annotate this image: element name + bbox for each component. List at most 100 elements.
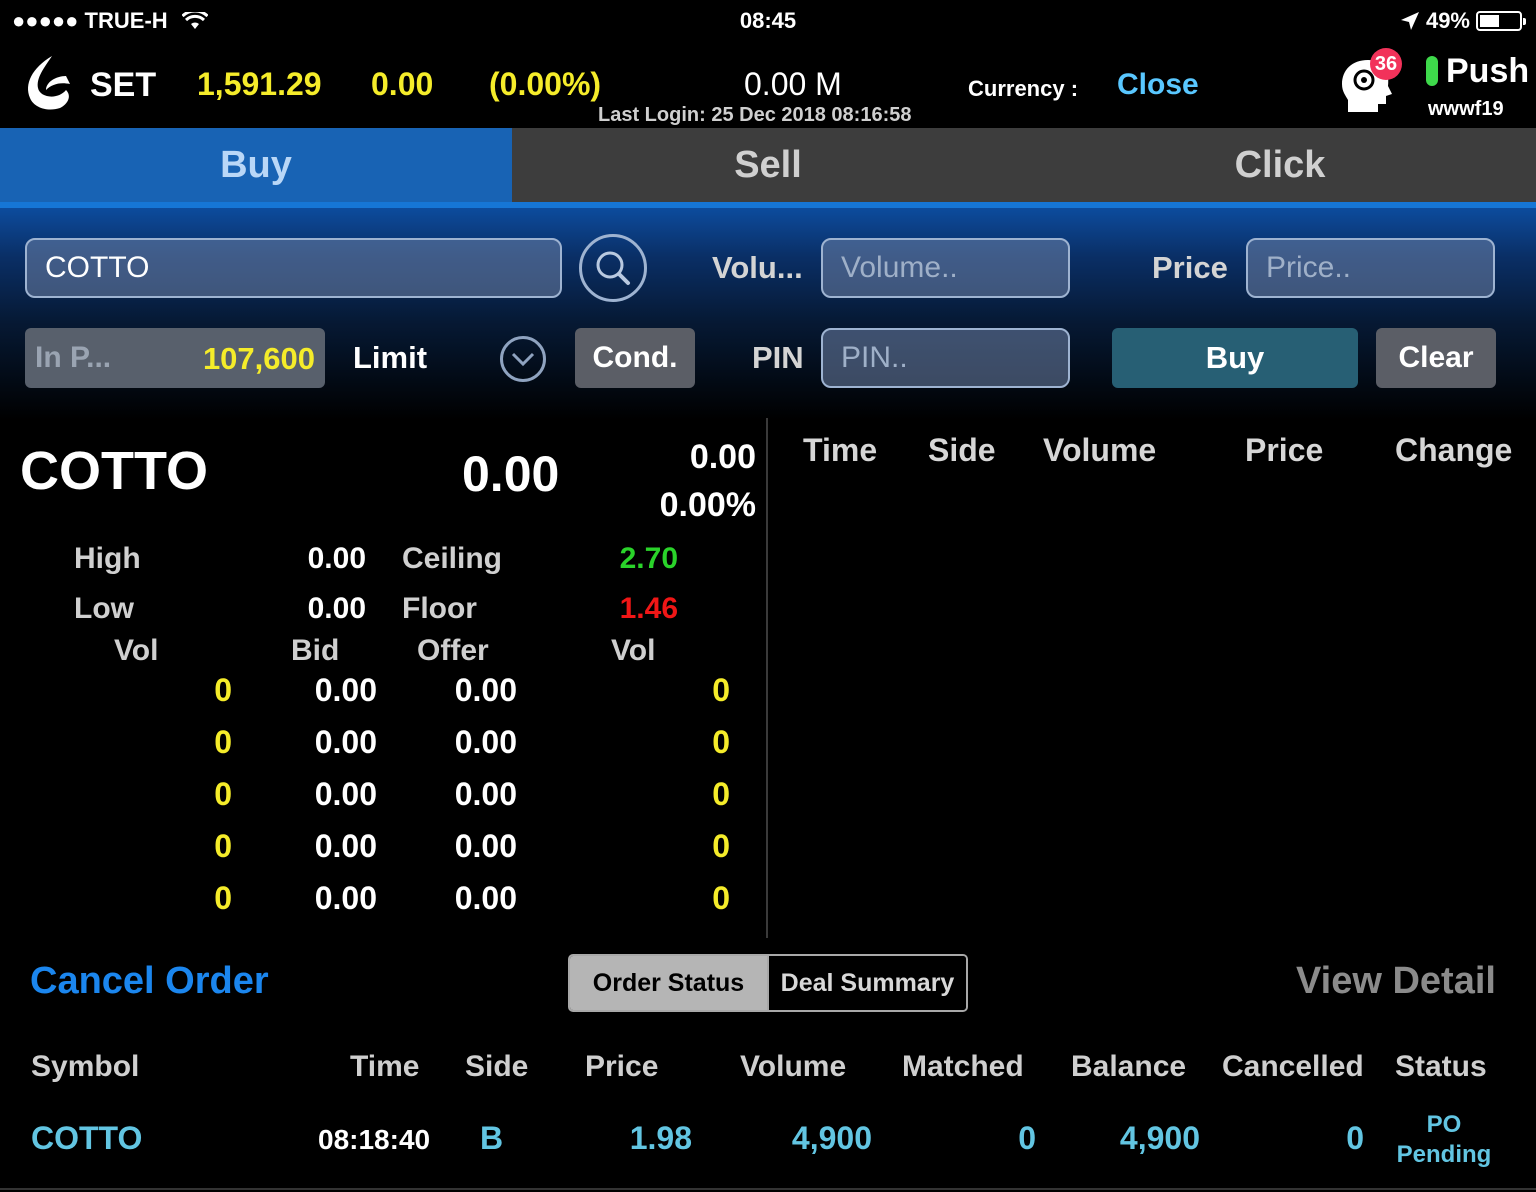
battery-percent: 49% [1425, 8, 1470, 33]
bid-volume: 0 [214, 776, 232, 812]
market-name: SET [90, 66, 157, 104]
offer-price: 0.00 [454, 776, 517, 812]
order-symbol[interactable]: COTTO [31, 1120, 142, 1157]
offer-volume: 0 [712, 724, 730, 760]
offer-price: 0.00 [454, 672, 517, 708]
market-header: SET 1,591.29 0.00 (0.00%) 0.00 M Last Lo… [0, 40, 1536, 128]
price-input[interactable]: Price.. [1246, 238, 1495, 298]
col-cancelled: Cancelled [1222, 1050, 1364, 1083]
inport-label: In P... [35, 341, 112, 374]
volume-label: Volu... [712, 250, 803, 285]
order-type-dropdown[interactable] [500, 336, 546, 382]
bid-header: Bid [291, 634, 340, 667]
index-change: 0.00 [371, 66, 434, 102]
tab-sell[interactable]: Sell [512, 128, 1024, 202]
low-label: Low [74, 592, 134, 625]
order-entry-panel: COTTO Volu... Volume.. Price Price.. In … [0, 202, 1536, 420]
view-detail-button[interactable]: View Detail [1296, 960, 1496, 1003]
volume-input[interactable]: Volume.. [821, 238, 1070, 298]
push-label[interactable]: Push [1446, 52, 1529, 91]
battery-area: 49% [1400, 8, 1526, 34]
username: wwwf19 [1428, 98, 1504, 120]
bid-vol-header: Vol [114, 634, 159, 667]
quote-symbol: COTTO [20, 441, 208, 501]
offer-price: 0.00 [454, 880, 517, 916]
offer-header: Offer [417, 634, 489, 667]
bid-price: 0.00 [314, 776, 377, 812]
offer-vol-header: Vol [611, 634, 656, 667]
offer-volume: 0 [712, 828, 730, 864]
location-arrow-icon [1400, 12, 1419, 30]
offer-price: 0.00 [454, 828, 517, 864]
pin-label: PIN [752, 340, 804, 375]
battery-fill [1480, 15, 1499, 27]
floor-value: 1.46 [619, 592, 678, 625]
bid-price: 0.00 [314, 880, 377, 916]
bid-price: 0.00 [314, 724, 377, 760]
segment-order-status[interactable]: Order Status [570, 956, 767, 1010]
col-balance: Balance [1071, 1050, 1187, 1083]
status-bar: ●●●●● TRUE-H 08:45 49% [0, 0, 1536, 40]
app-logo-icon [28, 56, 70, 110]
order-volume: 4,900 [791, 1120, 872, 1156]
push-status-indicator [1426, 56, 1438, 86]
order-type-value[interactable]: Limit [353, 340, 427, 376]
order-side: B [480, 1120, 504, 1156]
bid-price: 0.00 [314, 672, 377, 708]
bid-volume: 0 [214, 880, 232, 916]
segment-deal-summary[interactable]: Deal Summary [767, 956, 966, 1010]
order-status-line2: Pending [1396, 1141, 1492, 1168]
ticker-time-header: Time [803, 432, 878, 468]
cond-button[interactable]: Cond. [575, 328, 695, 388]
ticker-change-header: Change [1395, 432, 1513, 468]
price-label: Price [1152, 250, 1228, 285]
symbol-input[interactable]: COTTO [25, 238, 562, 298]
high-label: High [74, 542, 141, 575]
low-value: 0.00 [307, 592, 366, 625]
notification-badge[interactable]: 36 [1370, 48, 1402, 80]
inport-box: In P... 107,600 [25, 328, 325, 388]
clock: 08:45 [739, 8, 797, 33]
col-time: Time [350, 1050, 420, 1083]
price-change: 0.00 [689, 438, 756, 476]
inport-value: 107,600 [202, 341, 315, 376]
tab-click[interactable]: Click [1024, 128, 1536, 202]
offer-price: 0.00 [454, 724, 517, 760]
order-status: PO Pending [1390, 1110, 1498, 1170]
last-login: Last Login: 25 Dec 2018 08:16:58 [598, 104, 912, 126]
clear-button[interactable]: Clear [1376, 328, 1496, 388]
order-segment-control: Order Status Deal Summary [568, 954, 968, 1012]
cancel-order-button[interactable]: Cancel Order [30, 960, 269, 1003]
order-matched: 0 [1018, 1120, 1036, 1156]
ceiling-value: 2.70 [619, 542, 678, 575]
price-change-pct: 0.00% [659, 486, 756, 524]
ticker-volume-header: Volume [1043, 432, 1157, 468]
ticker-side-header: Side [928, 432, 996, 468]
order-balance: 4,900 [1119, 1120, 1200, 1156]
search-icon [596, 251, 630, 285]
offer-volume: 0 [712, 880, 730, 916]
col-volume: Volume [740, 1050, 847, 1083]
col-price: Price [585, 1050, 659, 1083]
bid-volume: 0 [214, 672, 232, 708]
index-change-pct: (0.00%) [489, 66, 602, 102]
buy-button[interactable]: Buy [1112, 328, 1358, 388]
tab-buy[interactable]: Buy [0, 128, 512, 202]
search-button[interactable] [579, 234, 647, 302]
panel-divider [766, 418, 768, 938]
index-value: 1,591.29 [197, 66, 322, 102]
battery-icon [1476, 11, 1526, 31]
col-status: Status [1395, 1050, 1487, 1083]
bid-price: 0.00 [314, 828, 377, 864]
currency-value[interactable]: Close [1117, 68, 1199, 102]
trade-tabs: Buy Sell Click [0, 128, 1536, 202]
offer-volume: 0 [712, 776, 730, 812]
bid-volume: 0 [214, 724, 232, 760]
floor-label: Floor [402, 592, 477, 625]
col-side: Side [465, 1050, 529, 1083]
bid-volume: 0 [214, 828, 232, 864]
order-price: 1.98 [629, 1120, 692, 1156]
currency-label: Currency : [968, 76, 1079, 101]
order-time: 08:18:40 [318, 1124, 431, 1155]
pin-input[interactable]: PIN.. [821, 328, 1070, 388]
